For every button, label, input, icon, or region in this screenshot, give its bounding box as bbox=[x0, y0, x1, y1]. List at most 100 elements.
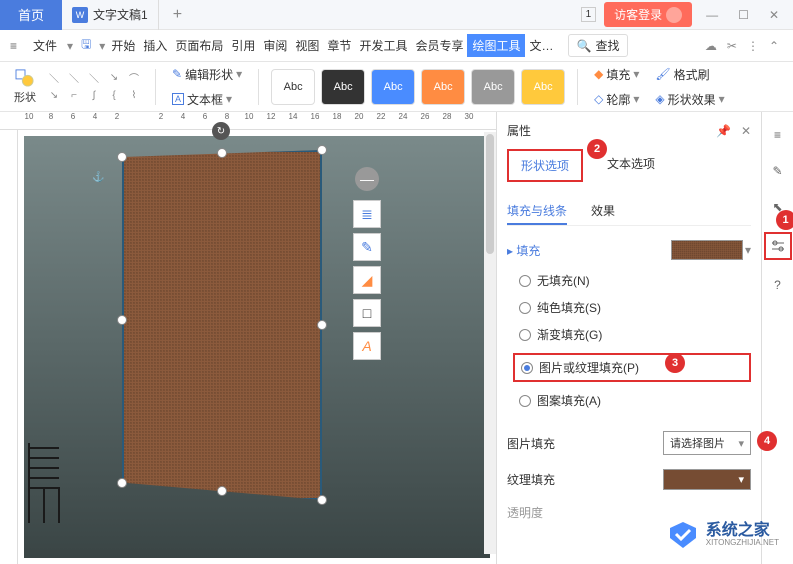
menu-devtools[interactable]: 开发工具 bbox=[355, 37, 411, 54]
handle-br[interactable] bbox=[317, 495, 327, 505]
menu-chapter[interactable]: 章节 bbox=[323, 37, 355, 54]
document-tab[interactable]: W 文字文稿1 bbox=[62, 0, 159, 30]
close-button[interactable]: ✕ bbox=[763, 8, 785, 22]
radio-solid-fill[interactable]: 纯色填充(S) bbox=[519, 299, 751, 316]
ruler-vertical bbox=[0, 130, 18, 564]
watermark: 系统之家 XITONGZHIJIA.NET bbox=[666, 520, 779, 550]
close-panel-icon[interactable]: ✕ bbox=[741, 124, 751, 138]
opacity-label: 透明度 bbox=[507, 504, 543, 521]
style-gallery[interactable]: Abc Abc Abc Abc Abc Abc bbox=[271, 69, 565, 105]
menu-drawtools[interactable]: 绘图工具 bbox=[467, 34, 525, 57]
chair-graphic bbox=[24, 438, 79, 528]
handle-bm[interactable] bbox=[217, 486, 227, 496]
doc-icon: W bbox=[72, 7, 88, 23]
home-tab[interactable]: 首页 bbox=[0, 0, 62, 30]
style-2[interactable]: Abc bbox=[321, 69, 365, 105]
marker-2: 2 bbox=[587, 139, 607, 159]
radio-picture-fill[interactable]: 图片或纹理填充(P) bbox=[513, 353, 751, 382]
style-5[interactable]: Abc bbox=[471, 69, 515, 105]
add-tab-button[interactable]: + bbox=[159, 6, 196, 24]
fill-preview[interactable] bbox=[671, 240, 743, 260]
watermark-title: 系统之家 bbox=[706, 523, 779, 539]
layout-options-button[interactable]: — bbox=[355, 167, 379, 191]
subtab-fill-line[interactable]: 填充与线条 bbox=[507, 198, 567, 225]
handle-tr[interactable] bbox=[317, 145, 327, 155]
handle-ml[interactable] bbox=[117, 315, 127, 325]
rotate-handle[interactable]: ↻ bbox=[212, 122, 230, 140]
outline-icon[interactable]: □ bbox=[353, 299, 381, 327]
floating-toolbar: — ≣ ✎ ◢ □ A bbox=[353, 167, 381, 360]
anchor-icon: ⚓ bbox=[92, 172, 104, 183]
fill-button[interactable]: ◆填充▾ bbox=[590, 64, 643, 85]
pin-icon[interactable]: 📌 bbox=[716, 124, 731, 138]
menu-view[interactable]: 视图 bbox=[291, 37, 323, 54]
hamburger-icon[interactable]: ≡ bbox=[4, 39, 23, 53]
rail-properties-icon[interactable] bbox=[764, 232, 792, 260]
radio-gradient-fill[interactable]: 渐变填充(G) bbox=[519, 326, 751, 343]
selected-shape[interactable]: ↻ bbox=[122, 150, 322, 500]
edit-shape-button[interactable]: ✎编辑形状▾ bbox=[168, 64, 246, 85]
guest-login-button[interactable]: 访客登录 bbox=[604, 2, 692, 27]
text-style-icon[interactable]: A bbox=[353, 332, 381, 360]
minimize-button[interactable]: — bbox=[700, 8, 724, 22]
outline-button[interactable]: ◇轮廓▾ bbox=[590, 89, 643, 110]
shape-gallery-button[interactable]: 形状 bbox=[8, 69, 42, 105]
marker-4: 4 bbox=[757, 431, 777, 451]
format-painter-button[interactable]: 🖌格式刷 bbox=[651, 64, 713, 85]
texture-select[interactable]: ▾ bbox=[663, 469, 751, 490]
props-title: 属性 bbox=[507, 122, 531, 139]
scrollbar-vertical[interactable] bbox=[484, 132, 496, 554]
window-count[interactable]: 1 bbox=[581, 7, 597, 22]
menu-insert[interactable]: 插入 bbox=[139, 37, 171, 54]
menu-member[interactable]: 会员专享 bbox=[411, 37, 467, 54]
wrap-text-icon[interactable]: ≣ bbox=[353, 200, 381, 228]
fill-type-radios: 无填充(N) 纯色填充(S) 渐变填充(G) 图片或纹理填充(P) 3 图案填充… bbox=[507, 272, 751, 409]
menu-more[interactable]: 文… bbox=[525, 37, 557, 54]
texture-fill-label: 纹理填充 bbox=[507, 471, 555, 488]
menubar: ≡ 文件 ▾ 🖫 ▾ 开始 插入 页面布局 引用 审阅 视图 章节 开发工具 会… bbox=[0, 30, 793, 62]
handle-bl[interactable] bbox=[117, 478, 127, 488]
fill-section-header[interactable]: ▸ 填充 bbox=[507, 242, 540, 259]
tab-shape-options[interactable]: 形状选项 bbox=[507, 149, 583, 182]
search-label: 查找 bbox=[595, 37, 619, 54]
menu-review[interactable]: 审阅 bbox=[259, 37, 291, 54]
canvas-area: 10864224681012141618202224262830 ↻ ⚓ — ≣ bbox=[0, 112, 496, 564]
side-rail: ≡ ✎ ⬉ 1 ? bbox=[761, 112, 793, 564]
more-icon[interactable]: ⋮ bbox=[747, 39, 759, 53]
rail-pencil-icon[interactable]: ✎ bbox=[767, 160, 789, 182]
style-4[interactable]: Abc bbox=[421, 69, 465, 105]
canvas[interactable]: ↻ ⚓ bbox=[24, 136, 490, 558]
save-icon[interactable]: 🖫 bbox=[75, 35, 97, 56]
shape-picker[interactable]: ＼＼＼↘⌒ ↘⌐∫{⌇ bbox=[45, 70, 143, 104]
handle-tl[interactable] bbox=[117, 152, 127, 162]
collapse-icon[interactable]: ⌃ bbox=[769, 39, 779, 53]
tab-text-options[interactable]: 文本选项 bbox=[603, 149, 659, 182]
handle-mr[interactable] bbox=[317, 320, 327, 330]
style-1[interactable]: Abc bbox=[271, 69, 315, 105]
maximize-button[interactable]: ☐ bbox=[732, 8, 755, 22]
menu-tabs: 开始 插入 页面布局 引用 审阅 视图 章节 开发工具 会员专享 绘图工具 文… bbox=[107, 34, 557, 57]
shape-effects-button[interactable]: ◈形状效果▾ bbox=[651, 89, 728, 110]
style-6[interactable]: Abc bbox=[521, 69, 565, 105]
menu-start[interactable]: 开始 bbox=[107, 37, 139, 54]
search-box[interactable]: 🔍 查找 bbox=[568, 34, 629, 57]
screenshot-icon[interactable]: ✂ bbox=[727, 39, 737, 53]
rail-hamburger-icon[interactable]: ≡ bbox=[767, 124, 789, 146]
radio-pattern-fill[interactable]: 图案填充(A) bbox=[519, 392, 751, 409]
rail-help-icon[interactable]: ? bbox=[767, 274, 789, 296]
handle-tm[interactable] bbox=[217, 148, 227, 158]
cloud-icon[interactable]: ☁ bbox=[705, 39, 717, 53]
style-3[interactable]: Abc bbox=[371, 69, 415, 105]
eyedropper-icon[interactable]: ✎ bbox=[353, 233, 381, 261]
menu-references[interactable]: 引用 bbox=[227, 37, 259, 54]
textbox-button[interactable]: A文本框▾ bbox=[168, 89, 236, 110]
picture-select[interactable]: 请选择图片▾ bbox=[663, 431, 751, 455]
watermark-logo-icon bbox=[666, 520, 700, 550]
crop-icon[interactable]: ◢ bbox=[353, 266, 381, 294]
marker-3: 3 bbox=[665, 353, 685, 373]
ruler-horizontal: 10864224681012141618202224262830 bbox=[0, 112, 496, 130]
subtab-effect[interactable]: 效果 bbox=[591, 198, 615, 225]
radio-no-fill[interactable]: 无填充(N) bbox=[519, 272, 751, 289]
file-menu[interactable]: 文件 bbox=[25, 37, 65, 54]
menu-layout[interactable]: 页面布局 bbox=[171, 37, 227, 54]
